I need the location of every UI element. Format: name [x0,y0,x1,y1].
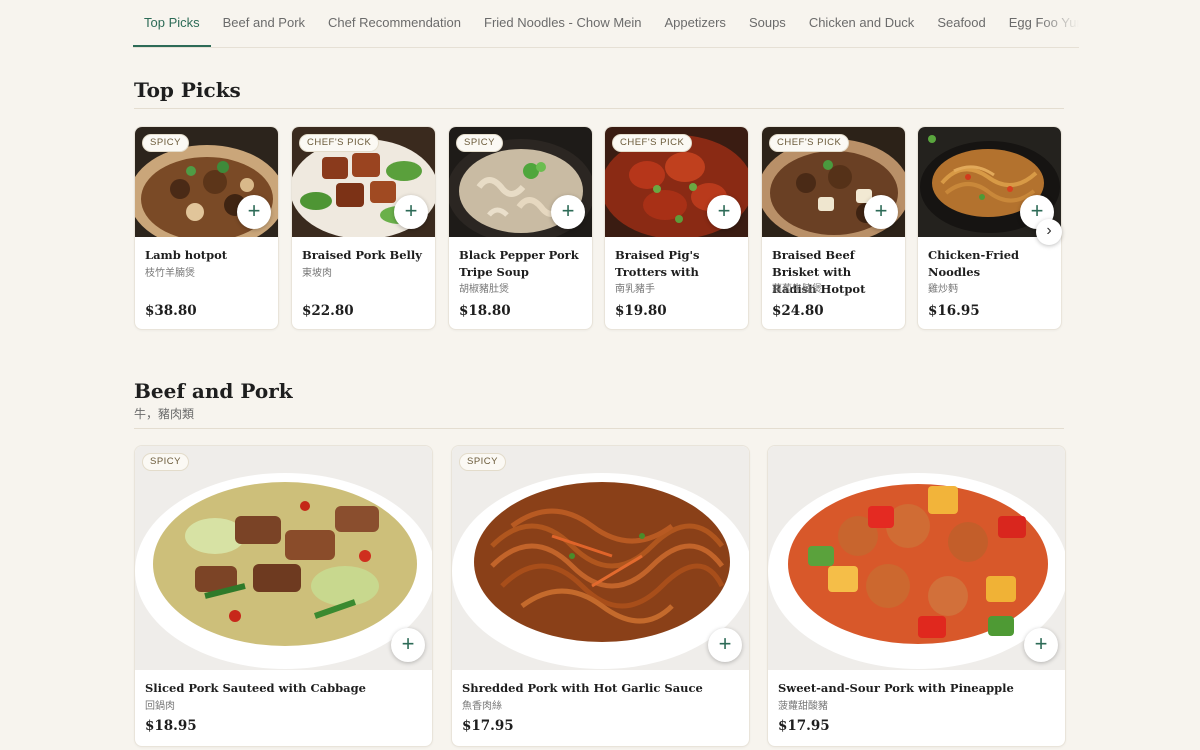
dish-name-chinese: 枝竹羊腩煲 [145,268,195,279]
plus-icon: + [718,631,732,656]
menu-card[interactable]: SPICY + Shredded Pork with Hot Garlic Sa… [451,445,750,747]
dish-photo [452,446,749,670]
plus-icon: + [247,198,261,223]
chevron-right-icon: › [1046,222,1052,239]
dish-price: $18.95 [145,718,197,734]
menu-card[interactable]: + Sweet-and-Sour Pork with Pineapple 菠蘿甜… [767,445,1066,747]
plus-icon: + [717,198,731,223]
add-to-cart-button[interactable]: + [1024,628,1058,662]
dish-name: Sweet-and-Sour Pork with Pineapple [778,681,1014,695]
spicy-badge: SPICY [456,134,504,152]
tab-beef-and-pork[interactable]: Beef and Pork [212,0,316,47]
add-to-cart-button[interactable]: + [391,628,425,662]
section-subtitle-chinese: 牛，豬肉類 [134,407,195,421]
dish-name-chinese: 菠蘿甜酸豬 [778,701,828,712]
dish-name-chinese: 東坡肉 [302,268,332,279]
dish-name: Lamb hotpot [145,248,228,262]
add-to-cart-button[interactable]: + [708,628,742,662]
tab-chef-recommendation[interactable]: Chef Recommendation [317,0,472,47]
dish-price: $22.80 [302,303,354,319]
dish-price: $24.80 [772,303,824,319]
section-title-beef-and-pork: Beef and Pork [134,379,293,403]
category-tabs: Top Picks Beef and Pork Chef Recommendat… [133,0,1079,48]
menu-card[interactable]: CHEF'S PICK + Braised Beef Brisket with … [761,126,906,330]
dish-photo [135,446,432,670]
tab-appetizers[interactable]: Appetizers [654,0,737,47]
dish-price: $18.80 [459,303,511,319]
dish-name-chinese: 蘿蔔牛腩煲 [772,284,822,295]
dish-price: $17.95 [462,718,514,734]
chefs-pick-badge: CHEF'S PICK [769,134,850,152]
tab-soups[interactable]: Soups [738,0,797,47]
dish-name-chinese: 魚香肉絲 [462,701,502,712]
menu-card[interactable]: SPICY + Black Pepper Pork Tripe Soup 胡椒豬… [448,126,593,330]
spicy-badge: SPICY [142,453,190,471]
menu-card[interactable]: CHEF'S PICK + Braised Pig's Trotters wit… [604,126,749,330]
tab-seafood[interactable]: Seafood [926,0,996,47]
dish-name-chinese: 回鍋肉 [145,701,175,712]
dish-name: Sliced Pork Sauteed with Cabbage [145,681,366,695]
plus-icon: + [874,198,888,223]
menu-card[interactable]: CHEF'S PICK + Braised Pork Belly 東坡肉 $22… [291,126,436,330]
chefs-pick-badge: CHEF'S PICK [299,134,380,152]
plus-icon: + [401,631,415,656]
add-to-cart-button[interactable]: + [864,195,898,229]
section-divider [134,428,1064,429]
dish-photo [768,446,1065,670]
tabs-fade [1039,0,1079,46]
tab-chicken-and-duck[interactable]: Chicken and Duck [798,0,926,47]
add-to-cart-button[interactable]: + [237,195,271,229]
carousel-next-button[interactable]: › [1036,219,1062,245]
plus-icon: + [1030,198,1044,223]
chefs-pick-badge: CHEF'S PICK [612,134,693,152]
section-title-top-picks: Top Picks [134,78,241,102]
dish-name: Braised Pig's Trotters with Fermented Re… [615,248,700,279]
dish-name-chinese: 雞炒麪 [928,284,958,295]
spicy-badge: SPICY [459,453,507,471]
dish-price: $38.80 [145,303,197,319]
dish-price: $16.95 [928,303,980,319]
menu-card[interactable]: SPICY + Sliced Pork Sauteed with Cabbage… [134,445,433,747]
spicy-badge: SPICY [142,134,190,152]
tab-fried-noodles[interactable]: Fried Noodles - Chow Mein [473,0,653,47]
dish-name-chinese: 胡椒豬肚煲 [459,284,509,295]
dish-price: $19.80 [615,303,667,319]
add-to-cart-button[interactable]: + [394,195,428,229]
section-divider [134,108,1064,109]
plus-icon: + [1034,631,1048,656]
add-to-cart-button[interactable]: + [707,195,741,229]
dish-price: $17.95 [778,718,830,734]
add-to-cart-button[interactable]: + [551,195,585,229]
plus-icon: + [404,198,418,223]
dish-name-chinese: 南乳豬手 [615,284,655,295]
tab-top-picks[interactable]: Top Picks [133,0,211,47]
dish-name: Black Pepper Pork Tripe Soup [459,248,579,279]
carousel-fade [1060,126,1090,332]
dish-name: Chicken-Fried Noodles [928,248,1020,279]
plus-icon: + [561,198,575,223]
menu-card[interactable]: SPICY + Lamb hotpot 枝竹羊腩煲 $38.80 [134,126,279,330]
dish-name: Shredded Pork with Hot Garlic Sauce [462,681,703,695]
dish-name: Braised Pork Belly [302,248,422,262]
